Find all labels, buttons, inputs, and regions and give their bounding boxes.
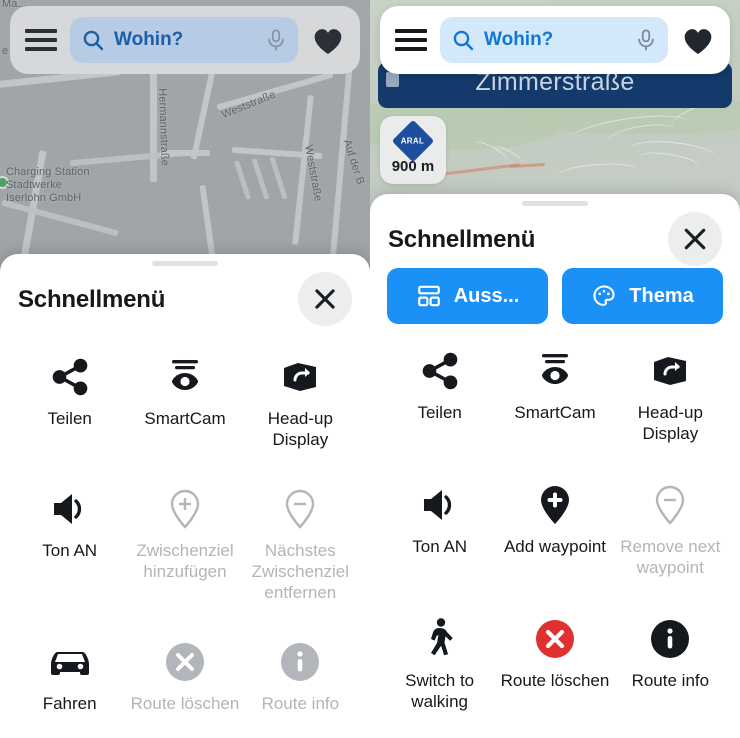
- circle-info-icon: [649, 616, 691, 662]
- right-panel-english: Zimmerstraße ARAL 900 m Wohin? Schnellme…: [370, 0, 740, 738]
- quick-action-route-info[interactable]: Route info: [613, 604, 728, 738]
- quick-action-label: Remove next waypoint: [620, 537, 721, 577]
- pin-plus-icon: [535, 482, 575, 528]
- quick-action-label: Head-up Display: [267, 409, 333, 449]
- theme-button[interactable]: Thema: [562, 268, 723, 324]
- quick-action-add-waypoint: Zwischenziel hinzufügen: [127, 474, 242, 627]
- quick-action-ton-an[interactable]: Ton AN: [12, 474, 127, 627]
- heart-icon[interactable]: [308, 20, 348, 60]
- quick-action-route-info: Route info: [243, 627, 358, 738]
- quick-action-label: Teilen: [47, 409, 92, 428]
- quick-action-route-delete: Route löschen: [127, 627, 242, 738]
- speaker-on-icon: [418, 482, 462, 528]
- search-input[interactable]: Wohin?: [70, 17, 298, 63]
- head-up-display-icon: [278, 354, 322, 400]
- hamburger-icon[interactable]: [392, 21, 430, 59]
- close-button[interactable]: [298, 272, 352, 326]
- quick-action-label: Nächstes Zwischenziel entfernen: [251, 541, 349, 602]
- circle-x-icon: [164, 639, 206, 685]
- appearance-label: Auss...: [453, 284, 520, 307]
- share-icon: [419, 348, 461, 394]
- quick-action-label: SmartCam: [144, 409, 226, 428]
- quick-action-label: Zwischenziel hinzufügen: [136, 541, 234, 581]
- quick-action-add-waypoint[interactable]: Add waypoint: [497, 470, 612, 604]
- quick-action-remove-waypoint: Nächstes Zwischenziel entfernen: [243, 474, 358, 627]
- microphone-icon[interactable]: [265, 28, 287, 52]
- share-icon: [49, 354, 91, 400]
- quick-action-label: Fahren: [42, 694, 97, 713]
- theme-label: Thema: [629, 284, 694, 307]
- speaker-on-icon: [48, 486, 92, 532]
- aral-brand-label: ARAL: [401, 135, 425, 145]
- search-value: Wohin?: [484, 29, 554, 50]
- quick-action-label: Route löschen: [500, 671, 610, 690]
- close-button[interactable]: [668, 212, 722, 266]
- quick-action-label: Switch to walking: [405, 671, 475, 711]
- circle-x-red-icon: [534, 616, 576, 662]
- maneuver-icon: [386, 72, 399, 87]
- quick-action-teilen[interactable]: Teilen: [12, 342, 127, 474]
- quick-action-label: Route löschen: [130, 694, 240, 713]
- heart-icon[interactable]: [678, 20, 718, 60]
- sheet-header: Schnellmenü: [8, 266, 362, 326]
- left-panel-german: Ma... e Charging Station Stadtwerke Iser…: [0, 0, 370, 738]
- quick-action-label: Ton AN: [412, 537, 468, 556]
- appearance-button[interactable]: Auss...: [387, 268, 548, 324]
- head-up-display-icon: [648, 348, 692, 394]
- quick-action-remove-waypoint: Remove next waypoint: [613, 470, 728, 604]
- quick-action-label: Teilen: [417, 403, 462, 422]
- search-value: Wohin?: [114, 29, 184, 50]
- quick-action-switch-walking[interactable]: Switch to walking: [382, 604, 497, 738]
- page-title: Schnellmenü: [388, 226, 536, 253]
- quick-action-label: Route info: [261, 694, 340, 713]
- quick-action-label: Ton AN: [42, 541, 98, 560]
- search-input[interactable]: Wohin?: [440, 17, 668, 63]
- sheet-header: Schnellmenü: [378, 206, 732, 266]
- car-icon: [47, 639, 93, 685]
- quick-action-teilen[interactable]: Teilen: [382, 336, 497, 470]
- smartcam-eye-icon: [533, 348, 577, 394]
- hamburger-icon[interactable]: [22, 21, 60, 59]
- poi-card-gas-station[interactable]: ARAL 900 m: [380, 116, 446, 184]
- quick-action-label: Route info: [631, 671, 710, 690]
- quick-action-smartcam[interactable]: SmartCam: [497, 336, 612, 470]
- quick-action-label: SmartCam: [514, 403, 596, 422]
- quick-action-label: Head-up Display: [637, 403, 703, 443]
- smartcam-eye-icon: [163, 354, 207, 400]
- quick-menu-sheet-right: Schnellmenü Auss... Thema Teilen SmartCa…: [370, 194, 740, 738]
- microphone-icon[interactable]: [635, 28, 657, 52]
- quick-menu-sheet-left: Schnellmenü Teilen SmartCam Head-up Disp…: [0, 254, 370, 738]
- aral-logo-icon: ARAL: [391, 119, 435, 162]
- page-title: Schnellmenü: [18, 286, 166, 313]
- layout-dashboard-icon: [416, 283, 442, 309]
- comparison-screenshot: Ma... e Charging Station Stadtwerke Iser…: [0, 0, 740, 738]
- walking-icon: [423, 616, 457, 662]
- quick-buttons-row: Auss... Thema: [378, 264, 732, 324]
- search-icon: [81, 28, 105, 52]
- search-icon: [451, 28, 475, 52]
- quick-action-head-up-display[interactable]: Head-up Display: [243, 342, 358, 474]
- pin-plus-icon: [165, 486, 205, 532]
- quick-action-fahren[interactable]: Fahren: [12, 627, 127, 738]
- palette-icon: [591, 283, 617, 309]
- pin-minus-icon: [280, 486, 320, 532]
- quick-action-grid-left: Teilen SmartCam Head-up Display Ton AN Z…: [8, 324, 362, 738]
- search-bar-left: Wohin?: [10, 6, 360, 74]
- quick-action-head-up-display[interactable]: Head-up Display: [613, 336, 728, 470]
- quick-action-ton-an[interactable]: Ton AN: [382, 470, 497, 604]
- quick-action-grid-right: Teilen SmartCam Head-up Display Ton AN A…: [378, 324, 732, 738]
- circle-info-icon: [279, 639, 321, 685]
- search-bar-right: Wohin?: [380, 6, 730, 74]
- quick-action-label: Add waypoint: [503, 537, 607, 556]
- quick-action-route-delete[interactable]: Route löschen: [497, 604, 612, 738]
- pin-minus-icon: [650, 482, 690, 528]
- quick-action-smartcam[interactable]: SmartCam: [127, 342, 242, 474]
